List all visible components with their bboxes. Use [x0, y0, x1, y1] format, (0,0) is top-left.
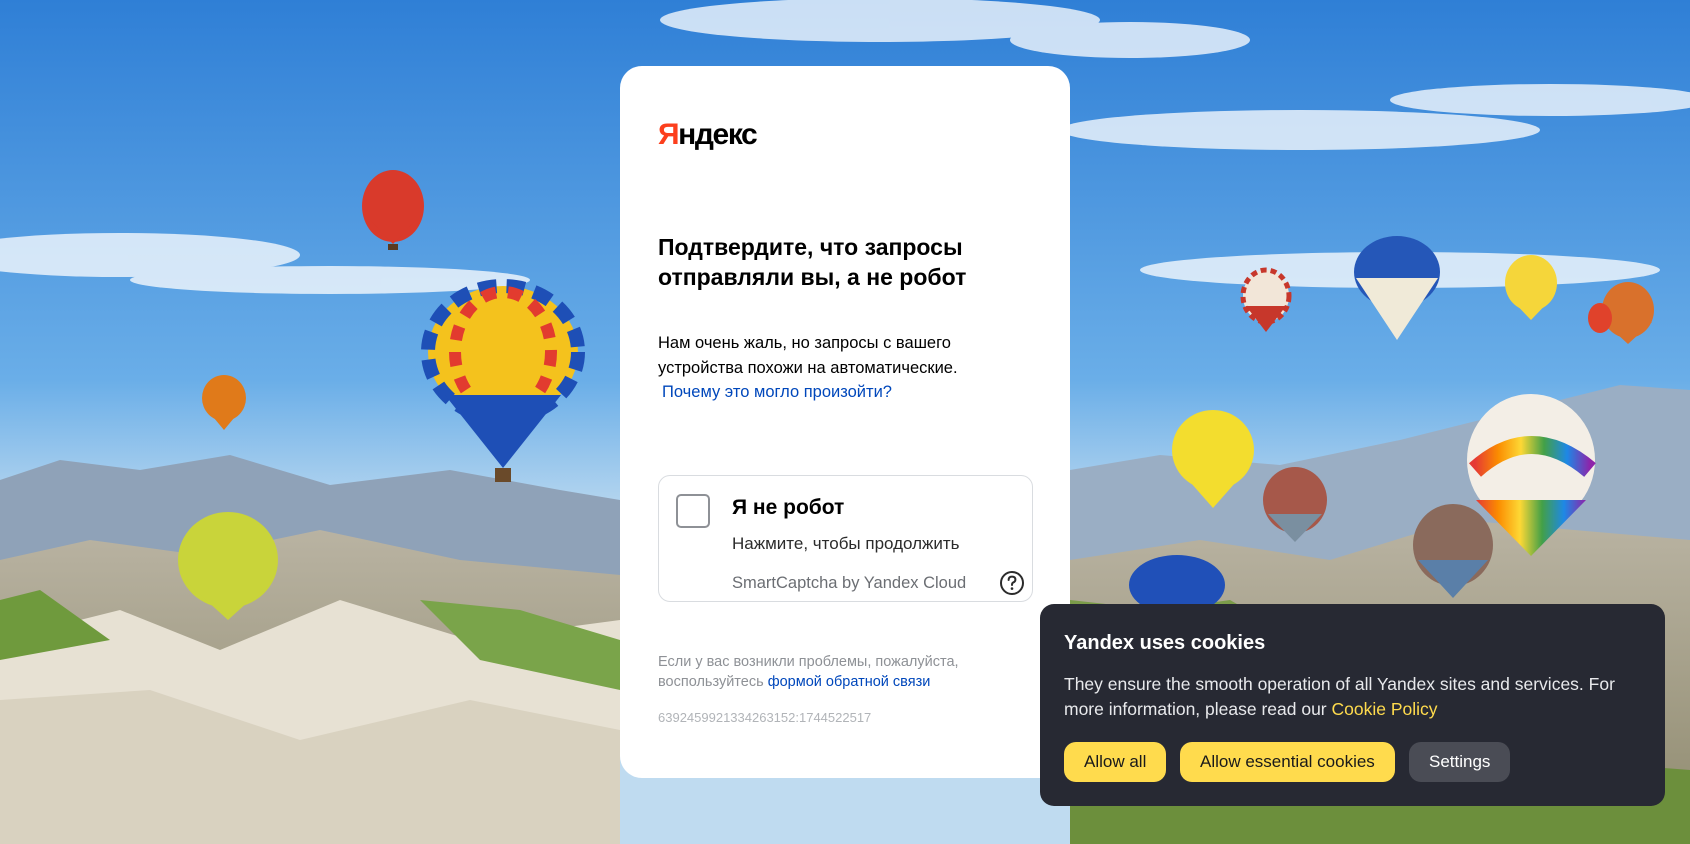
allow-all-button[interactable]: Allow all [1064, 742, 1167, 782]
question-circle-icon[interactable] [999, 570, 1025, 596]
cookie-policy-link[interactable]: Cookie Policy [1332, 699, 1438, 719]
feedback-form-link[interactable]: формой обратной связи [768, 674, 931, 690]
smartcaptcha-widget[interactable]: Я не робот Нажмите, чтобы продолжить Sma… [658, 475, 1033, 602]
description-text: Нам очень жаль, но запросы с вашего устр… [658, 334, 958, 377]
logo-first-letter: Я [658, 118, 680, 151]
cookie-banner: Yandex uses cookies They ensure the smoo… [1040, 604, 1665, 806]
not-robot-checkbox[interactable] [676, 494, 710, 528]
yandex-logo[interactable]: Яндекс [658, 118, 758, 152]
allow-essential-cookies-button[interactable]: Allow essential cookies [1180, 742, 1395, 782]
feedback-note: Если у вас возникли проблемы, пожалуйста… [658, 652, 1048, 692]
request-id: 6392459921334263152:1744522517 [658, 710, 872, 725]
cookie-settings-button[interactable]: Settings [1409, 742, 1511, 782]
why-link[interactable]: Почему это могло произойти? [662, 380, 892, 405]
cookie-banner-text: They ensure the smooth operation of all … [1064, 672, 1644, 722]
logo-rest: ндекс [678, 118, 758, 151]
captcha-subtitle: Нажмите, чтобы продолжить [732, 534, 960, 553]
page: Яндекс Подтвердите, что запросы отправля… [0, 0, 1690, 844]
captcha-card: Яндекс Подтвердите, что запросы отправля… [620, 66, 1070, 778]
page-title: Подтвердите, что запросы отправляли вы, … [658, 234, 967, 290]
captcha-title: Я не робот [732, 496, 845, 519]
cookie-banner-title: Yandex uses cookies [1064, 632, 1266, 654]
captcha-brand: SmartCaptcha by Yandex Cloud [732, 574, 967, 592]
